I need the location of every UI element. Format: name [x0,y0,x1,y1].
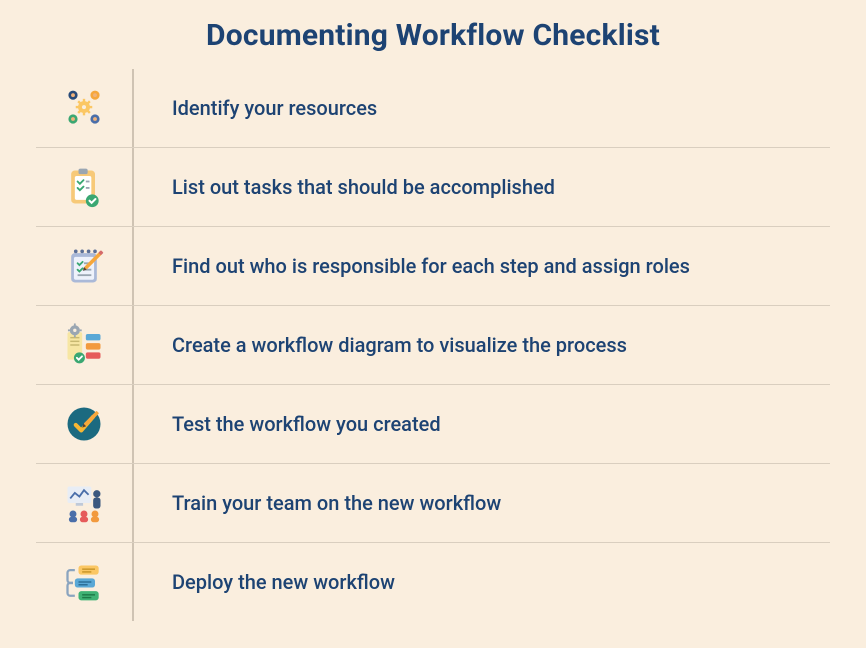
list-item-text: Identify your resources [134,96,830,120]
list-item: Create a workflow diagram to visualize t… [36,306,830,385]
list-item-text: Create a workflow diagram to visualize t… [134,333,830,357]
list-item-text: Deploy the new workflow [134,570,830,594]
list-item: Train your team on the new workflow [36,464,830,543]
checklist-list: Identify your resources List out tasks t… [36,69,830,621]
resources-icon [36,69,134,147]
list-item: List out tasks that should be accomplish… [36,148,830,227]
list-item-text: List out tasks that should be accomplish… [134,175,830,199]
workflow-diagram-icon [36,306,134,384]
notepad-roles-icon [36,227,134,305]
list-item-text: Test the workflow you created [134,412,830,436]
list-item: Test the workflow you created [36,385,830,464]
tasks-clipboard-icon [36,148,134,226]
list-item: Deploy the new workflow [36,543,830,621]
deploy-icon [36,543,134,621]
list-item-text: Train your team on the new workflow [134,491,830,515]
test-check-icon [36,385,134,463]
list-item: Identify your resources [36,69,830,148]
list-item-text: Find out who is responsible for each ste… [134,254,830,278]
train-team-icon [36,464,134,542]
page-title: Documenting Workflow Checklist [36,18,830,53]
list-item: Find out who is responsible for each ste… [36,227,830,306]
